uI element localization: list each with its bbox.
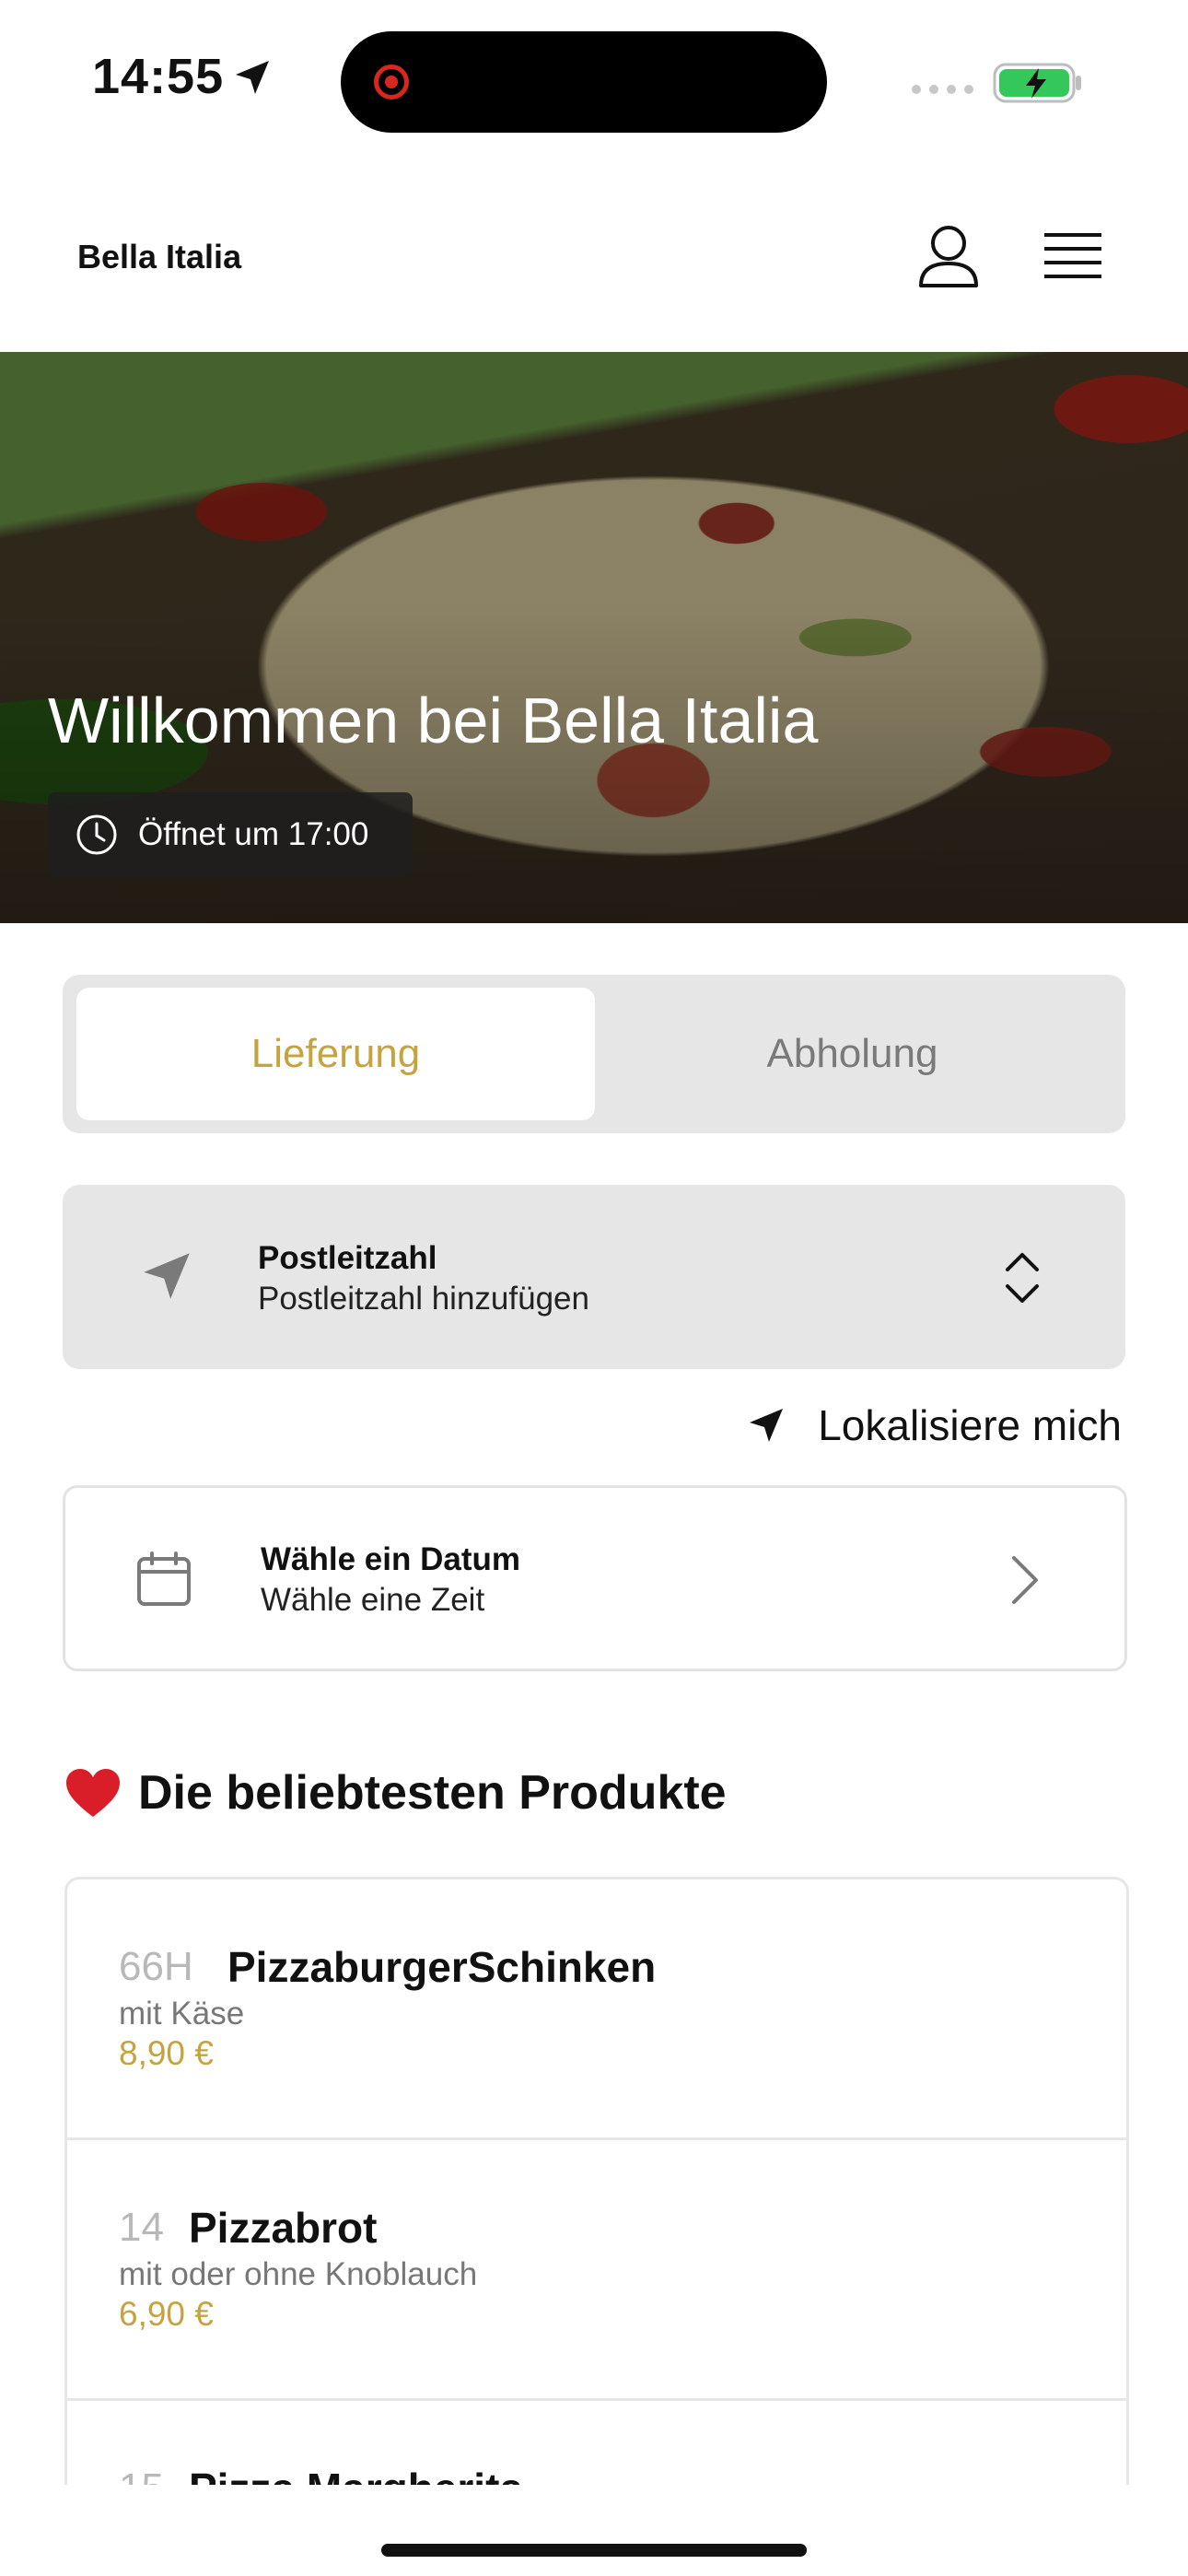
opening-hours-text: Öffnet um 17:00	[138, 816, 369, 852]
user-profile-icon[interactable]	[916, 223, 981, 289]
app-header: Bella Italia	[0, 157, 1188, 352]
date-time-picker[interactable]: Wähle ein Datum Wähle eine Zeit	[63, 1485, 1127, 1671]
tab-delivery[interactable]: Lieferung	[76, 988, 595, 1120]
product-description: mit oder ohne Knoblauch	[119, 2256, 478, 2292]
home-indicator[interactable]	[381, 2544, 807, 2557]
tab-pickup[interactable]: Abholung	[593, 988, 1112, 1120]
product-item[interactable]: 14 Pizzabrot mit oder ohne Knoblauch 6,9…	[67, 2140, 1126, 2401]
product-number: 66H	[119, 1944, 193, 1989]
chevron-up-down-icon	[1006, 1253, 1039, 1303]
signal-icon	[912, 85, 973, 94]
heart-icon	[66, 1769, 120, 1817]
opening-hours-badge: Öffnet um 17:00	[48, 792, 413, 877]
menu-icon[interactable]	[1042, 230, 1103, 284]
product-name: Pizzabrot	[189, 2204, 378, 2252]
time-label: Wähle eine Zeit	[261, 1582, 485, 1618]
product-price: 8,90 €	[119, 2034, 214, 2072]
postcode-field[interactable]: Postleitzahl hinzufügen	[258, 1281, 589, 1317]
status-bar: 14:55	[0, 0, 1188, 157]
locate-me-button[interactable]: Lokalisiere mich	[744, 1400, 1122, 1450]
location-arrow-icon	[750, 1409, 784, 1442]
status-time: 14:55	[92, 49, 225, 104]
locate-me-label: Lokalisiere mich	[818, 1401, 1122, 1449]
postcode-label: Postleitzahl	[258, 1240, 437, 1276]
location-arrow-icon	[144, 1253, 190, 1299]
hero-title: Willkommen bei Bella Italia	[48, 685, 819, 756]
hero-banner: Willkommen bei Bella Italia Öffnet um 17…	[0, 352, 1188, 923]
clock-icon	[76, 814, 117, 855]
date-label: Wähle ein Datum	[261, 1541, 520, 1577]
product-item[interactable]: 15 Pizza Margherita	[67, 2401, 1126, 2488]
battery-charging-icon	[993, 63, 1081, 103]
chevron-right-icon	[1012, 1556, 1038, 1604]
product-price: 6,90 €	[119, 2295, 214, 2333]
brand-name[interactable]: Bella Italia	[77, 238, 241, 276]
product-item[interactable]: 66H PizzaburgerSchinken mit Käse 8,90 €	[67, 1879, 1126, 2140]
product-number: 14	[119, 2205, 164, 2250]
delivery-mode-toggle: Lieferung Abholung	[63, 975, 1125, 1133]
product-name: PizzaburgerSchinken	[227, 1943, 657, 1991]
recording-indicator-icon	[374, 64, 409, 100]
popular-products-title: Die beliebtesten Produkte	[138, 1766, 727, 1820]
dynamic-island	[341, 31, 827, 133]
calendar-icon	[137, 1551, 191, 1606]
location-arrow-icon	[236, 61, 269, 94]
product-list: 66H PizzaburgerSchinken mit Käse 8,90 € …	[64, 1877, 1129, 2488]
postcode-selector[interactable]: Postleitzahl Postleitzahl hinzufügen	[63, 1185, 1125, 1369]
product-description: mit Käse	[119, 1996, 245, 2032]
bottom-safe-area	[0, 2485, 1188, 2576]
popular-products-heading: Die beliebtesten Produkte	[64, 1765, 727, 1821]
